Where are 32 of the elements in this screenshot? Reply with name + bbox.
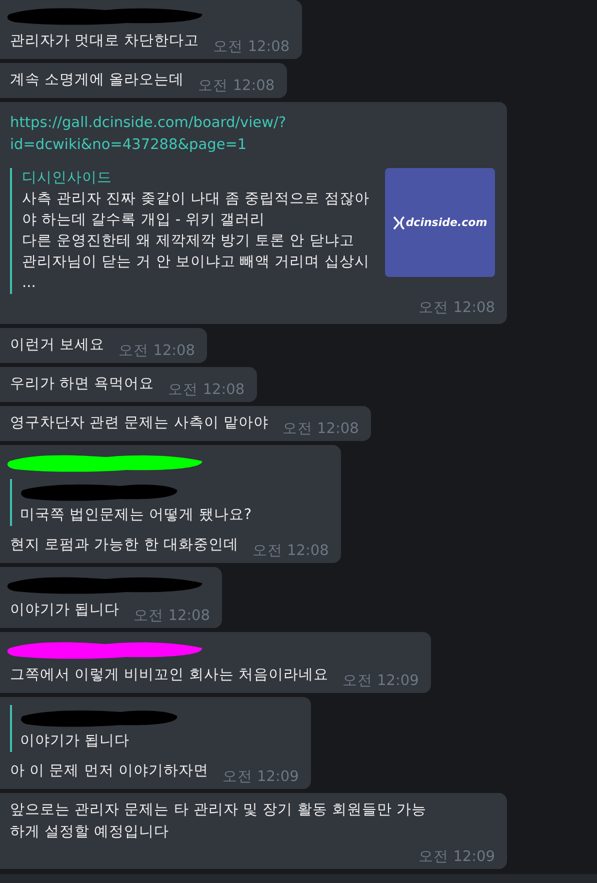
preview-thumbnail[interactable]: dcinside.com — [385, 168, 495, 277]
message-text: 관리자가 멋대로 차단한다고 — [10, 32, 200, 51]
message-text: 계속 소명게에 올라오는데 — [10, 71, 184, 90]
timestamp: 오전 12:09 — [418, 848, 495, 866]
message-text: 앞으로는 관리자 문제는 타 관리자 및 장기 활동 회원들만 가능하게 설정할 예정입니다 — [10, 801, 428, 842]
message-text: 이야기가 됩니다 — [10, 601, 120, 620]
message-text: 이런거 보세요 — [10, 336, 105, 355]
message-text: 현지 로펌과 가능한 한 대화중인데 — [10, 536, 238, 555]
timestamp: 오전 12:09 — [222, 768, 299, 786]
reply-quote[interactable]: 미국쪽 법인문제는 어떻게 됐나요? — [10, 479, 252, 526]
preview-title: 사측 관리자 진짜 좆같이 나대 좀 중립적으로 점잖아야 하는데 갈수록 개입 - 위키 갤러리 — [22, 190, 370, 230]
logo-icon — [392, 216, 405, 230]
timestamp: 오전 12:08 — [168, 381, 245, 399]
timestamp: 오전 12:08 — [418, 299, 495, 317]
timestamp: 오전 12:08 — [282, 420, 359, 438]
timestamp: 오전 12:08 — [252, 542, 329, 560]
message-text: 그쪽에서 이렇게 비비꼬인 회사는 처음이라네요 — [10, 666, 328, 685]
message-text: 영구차단자 관련 문제는 사측이 맡아야 — [10, 414, 268, 433]
timestamp: 오전 12:08 — [198, 77, 275, 95]
timestamp: 오전 12:08 — [134, 607, 210, 625]
logo-text: dcinside.com — [406, 216, 488, 229]
link[interactable]: https://gall.dcinside.com/board/view/? id=dcwiki&no=437288&page=1 — [10, 112, 286, 156]
timestamp: 오전 12:08 — [118, 342, 196, 360]
timestamp: 오전 12:09 — [342, 672, 419, 690]
message-text: 아 이 문제 먼저 이야기하자면 — [10, 762, 208, 781]
timestamp: 오전 12:08 — [213, 38, 290, 56]
quoted-text: 이야기가 됩니다 — [20, 732, 131, 750]
quoted-text: 미국쪽 법인문제는 어떻게 됐나요? — [20, 506, 252, 524]
message-text: 우리가 하면 욕먹어요 — [10, 375, 154, 394]
preview-description: 다른 운영진한테 왜 제깍제깍 방기 토론 안 닫냐고 관리자님이 닫는 거 안 보이냐고 빼액 거리며 십상시 ... — [22, 232, 370, 293]
reply-quote[interactable]: 이야기가 됩니다 — [10, 705, 180, 752]
site-name: 디시인사이드 — [22, 169, 113, 188]
